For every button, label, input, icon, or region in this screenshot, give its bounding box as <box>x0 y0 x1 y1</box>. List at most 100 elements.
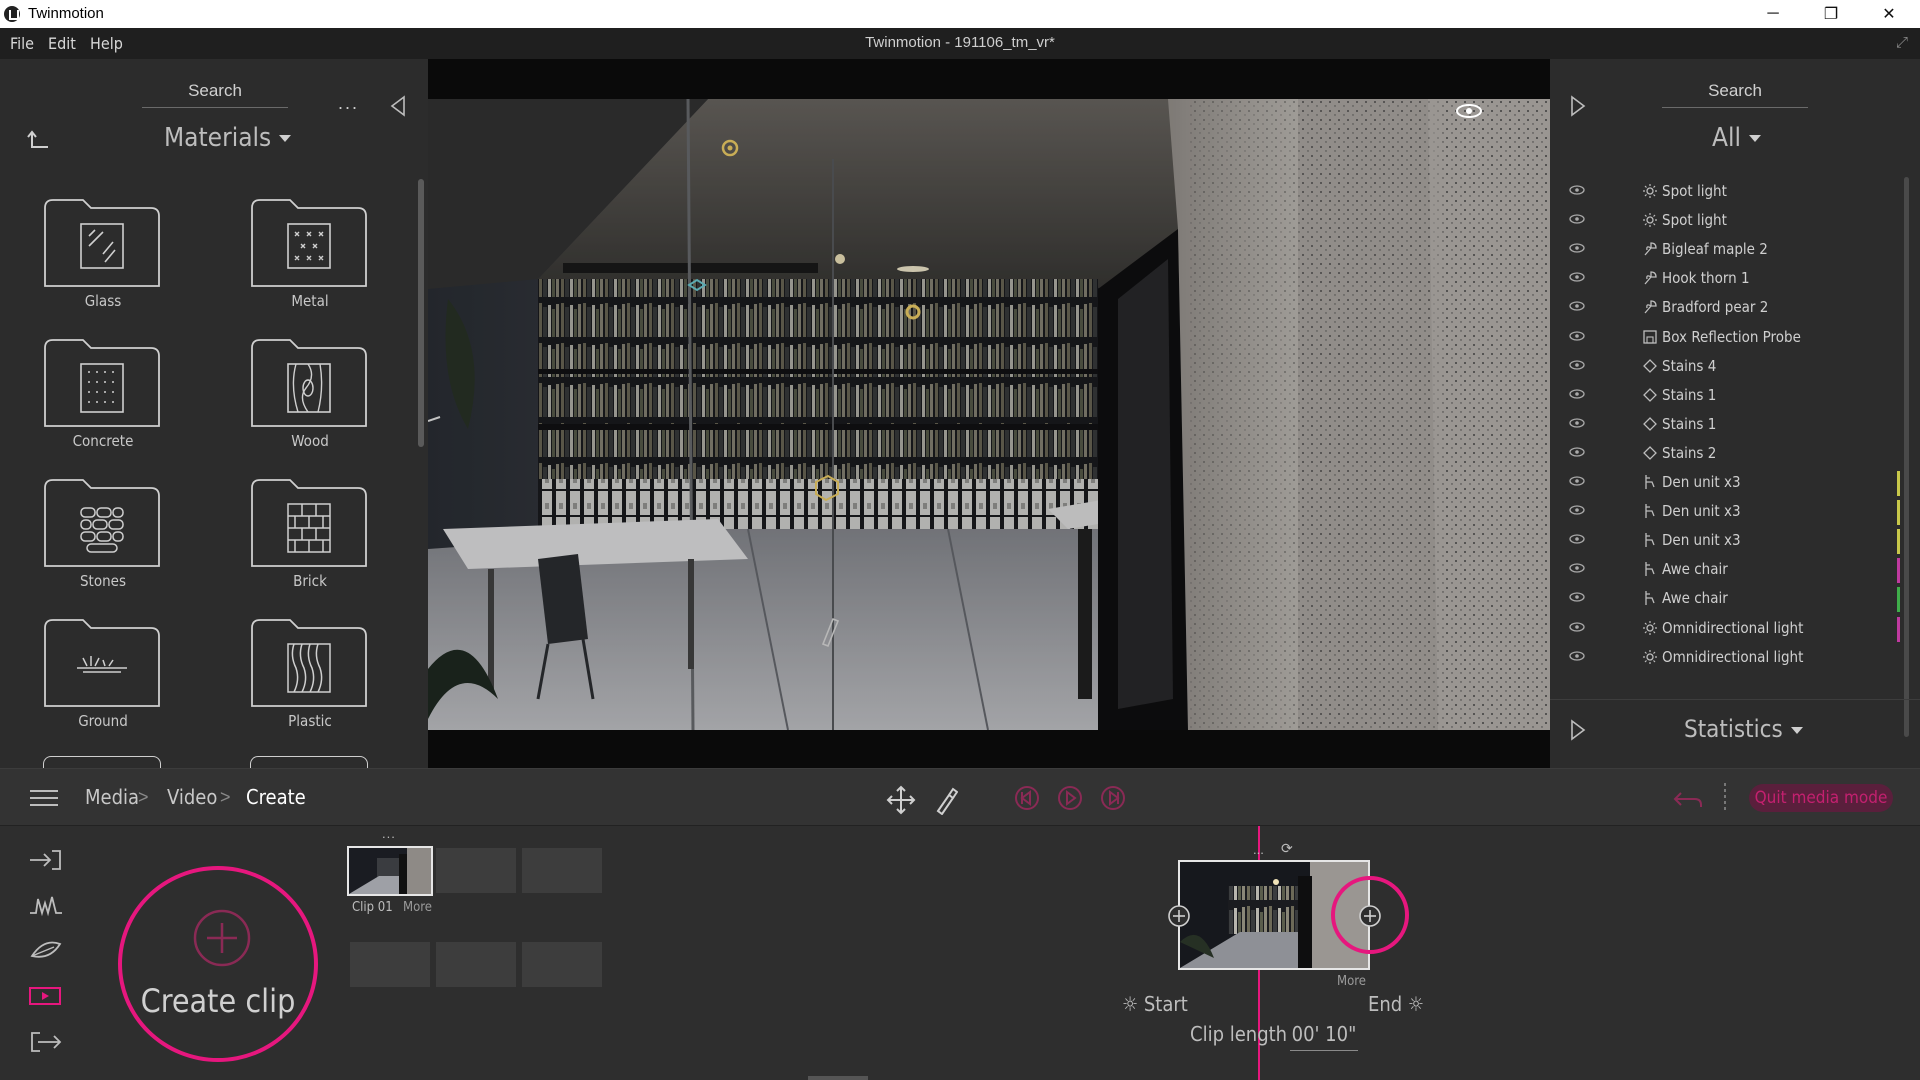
material-folder-ground[interactable]: Ground <box>33 616 163 736</box>
import-icon[interactable] <box>28 848 64 872</box>
breadcrumb-create[interactable]: Create <box>246 785 306 809</box>
add-end-keyframe-icon[interactable] <box>1358 904 1382 928</box>
restore-button[interactable]: ❐ <box>1802 0 1860 28</box>
clip-options-icon[interactable]: ... <box>382 826 396 841</box>
scene-item[interactable]: Spot light <box>1550 207 1890 236</box>
breadcrumb-video[interactable]: Video <box>167 785 217 809</box>
visibility-eye-icon[interactable] <box>1568 184 1586 196</box>
clip-thumbnail[interactable] <box>347 846 433 896</box>
visibility-eye-icon[interactable] <box>1568 388 1586 400</box>
visibility-eye-icon[interactable] <box>1568 213 1586 225</box>
visibility-eye-icon[interactable] <box>1568 562 1586 574</box>
start-label[interactable]: ☼ Start <box>1122 992 1188 1016</box>
visibility-eye-icon[interactable] <box>1568 446 1586 458</box>
play-icon[interactable] <box>1057 785 1083 811</box>
scene-scrollbar[interactable] <box>1904 177 1909 737</box>
visibility-eye-icon[interactable] <box>1568 650 1586 662</box>
material-folder-plastic[interactable]: Plastic <box>240 616 370 736</box>
expand-right-icon[interactable] <box>1570 95 1586 117</box>
clip-length-input[interactable]: 00' 10" <box>1290 1022 1358 1051</box>
scene-search[interactable]: Search <box>1662 81 1808 108</box>
empty-clip-slot[interactable] <box>522 942 602 987</box>
visibility-eye-icon[interactable] <box>1568 533 1586 545</box>
scene-item[interactable]: Box Reflection Probe <box>1550 324 1890 353</box>
scene-item[interactable]: Stains 2 <box>1550 440 1890 469</box>
scene-item[interactable]: Bradford pear 2 <box>1550 294 1890 323</box>
minimize-button[interactable]: ─ <box>1744 0 1802 28</box>
waveform-icon[interactable] <box>28 893 64 917</box>
fullscreen-icon[interactable]: ⤢ <box>1896 34 1908 51</box>
close-button[interactable]: ✕ <box>1860 0 1918 28</box>
clip-options-icon[interactable]: ... <box>1253 842 1264 857</box>
visibility-eye-icon[interactable] <box>1568 621 1586 633</box>
empty-clip-slot[interactable] <box>522 848 602 893</box>
empty-clip-slot[interactable] <box>436 848 516 893</box>
scene-item[interactable]: Stains 1 <box>1550 411 1890 440</box>
visibility-eye-icon[interactable] <box>1568 330 1586 342</box>
layer-color-tag <box>1897 500 1900 526</box>
visibility-eye-icon[interactable] <box>1568 417 1586 429</box>
expand-statistics-icon[interactable] <box>1570 719 1586 741</box>
scene-render[interactable] <box>428 99 1550 730</box>
scene-item[interactable]: Den unit x3 <box>1550 469 1900 498</box>
category-dropdown[interactable]: Materials <box>164 123 292 153</box>
library-search[interactable]: Search <box>142 81 288 108</box>
visibility-eye-icon[interactable] <box>1568 591 1586 603</box>
back-up-icon[interactable] <box>26 129 50 153</box>
visibility-eye-icon[interactable] <box>1568 242 1586 254</box>
library-scrollbar[interactable] <box>418 179 424 447</box>
horizontal-scrollbar[interactable] <box>808 1076 868 1080</box>
material-folder-concrete[interactable]: Concrete <box>33 336 163 456</box>
breadcrumb-media[interactable]: Media <box>85 785 139 809</box>
scene-item[interactable]: Stains 4 <box>1550 353 1890 382</box>
previous-icon[interactable] <box>1014 785 1040 811</box>
scene-item[interactable]: Omnidirectional light <box>1550 615 1900 644</box>
refresh-icon[interactable]: ⟳ <box>1281 840 1293 857</box>
scene-item-label: Spot light <box>1662 211 1727 230</box>
scene-filter-dropdown[interactable]: All <box>1712 123 1761 153</box>
menu-help[interactable]: Help <box>90 34 123 53</box>
scene-item[interactable]: Awe chair <box>1550 556 1900 585</box>
material-folder-stones[interactable]: Stones <box>33 476 163 596</box>
scene-item[interactable]: Awe chair <box>1550 585 1900 614</box>
material-folder-metal[interactable]: Metal <box>240 196 370 316</box>
scene-item[interactable]: Spot light <box>1550 178 1890 207</box>
export-icon[interactable] <box>28 1030 64 1054</box>
scene-item[interactable]: Omnidirectional light <box>1550 644 1890 673</box>
3d-viewport[interactable] <box>428 59 1550 768</box>
leaf-icon[interactable] <box>28 938 64 962</box>
visibility-eye-icon[interactable] <box>1568 475 1586 487</box>
statistics-dropdown[interactable]: Statistics <box>1684 715 1803 743</box>
empty-clip-slot[interactable] <box>436 942 516 987</box>
menu-edit[interactable]: Edit <box>48 34 76 53</box>
more-options-icon[interactable]: ... <box>338 93 359 114</box>
scene-item[interactable]: Bigleaf maple 2 <box>1550 236 1890 265</box>
hamburger-menu-icon[interactable] <box>30 789 60 809</box>
visibility-eye-icon[interactable] <box>1568 271 1586 283</box>
move-icon[interactable] <box>886 785 916 815</box>
material-folder-wood[interactable]: Wood <box>240 336 370 456</box>
clip-more-link[interactable]: More <box>403 900 432 915</box>
visibility-eye-icon[interactable] <box>1568 359 1586 371</box>
scene-item[interactable]: Hook thorn 1 <box>1550 265 1890 294</box>
add-start-keyframe-icon[interactable] <box>1167 904 1191 928</box>
eyedropper-icon[interactable] <box>934 787 958 815</box>
scene-item[interactable]: Den unit x3 <box>1550 527 1900 556</box>
scene-item[interactable]: Den unit x3 <box>1550 498 1900 527</box>
material-folder-brick[interactable]: Brick <box>240 476 370 596</box>
quit-media-mode-button[interactable]: Quit media mode <box>1749 784 1893 812</box>
undo-icon[interactable] <box>1673 787 1703 811</box>
next-icon[interactable] <box>1100 785 1126 811</box>
visibility-eye-icon[interactable] <box>1568 300 1586 312</box>
material-folder-glass[interactable]: Glass <box>33 196 163 316</box>
menu-file[interactable]: File <box>10 34 34 53</box>
visibility-eye-icon[interactable] <box>1454 101 1484 121</box>
visibility-eye-icon[interactable] <box>1568 504 1586 516</box>
collapse-left-icon[interactable] <box>390 95 406 117</box>
preview-more-link[interactable]: More <box>1337 974 1366 989</box>
empty-clip-slot[interactable] <box>350 942 430 987</box>
scene-item[interactable]: Stains 1 <box>1550 382 1890 411</box>
end-label[interactable]: End ☼ <box>1368 992 1424 1016</box>
create-clip-button[interactable]: Create clip <box>118 866 318 1062</box>
video-clip-icon[interactable] <box>28 984 64 1008</box>
